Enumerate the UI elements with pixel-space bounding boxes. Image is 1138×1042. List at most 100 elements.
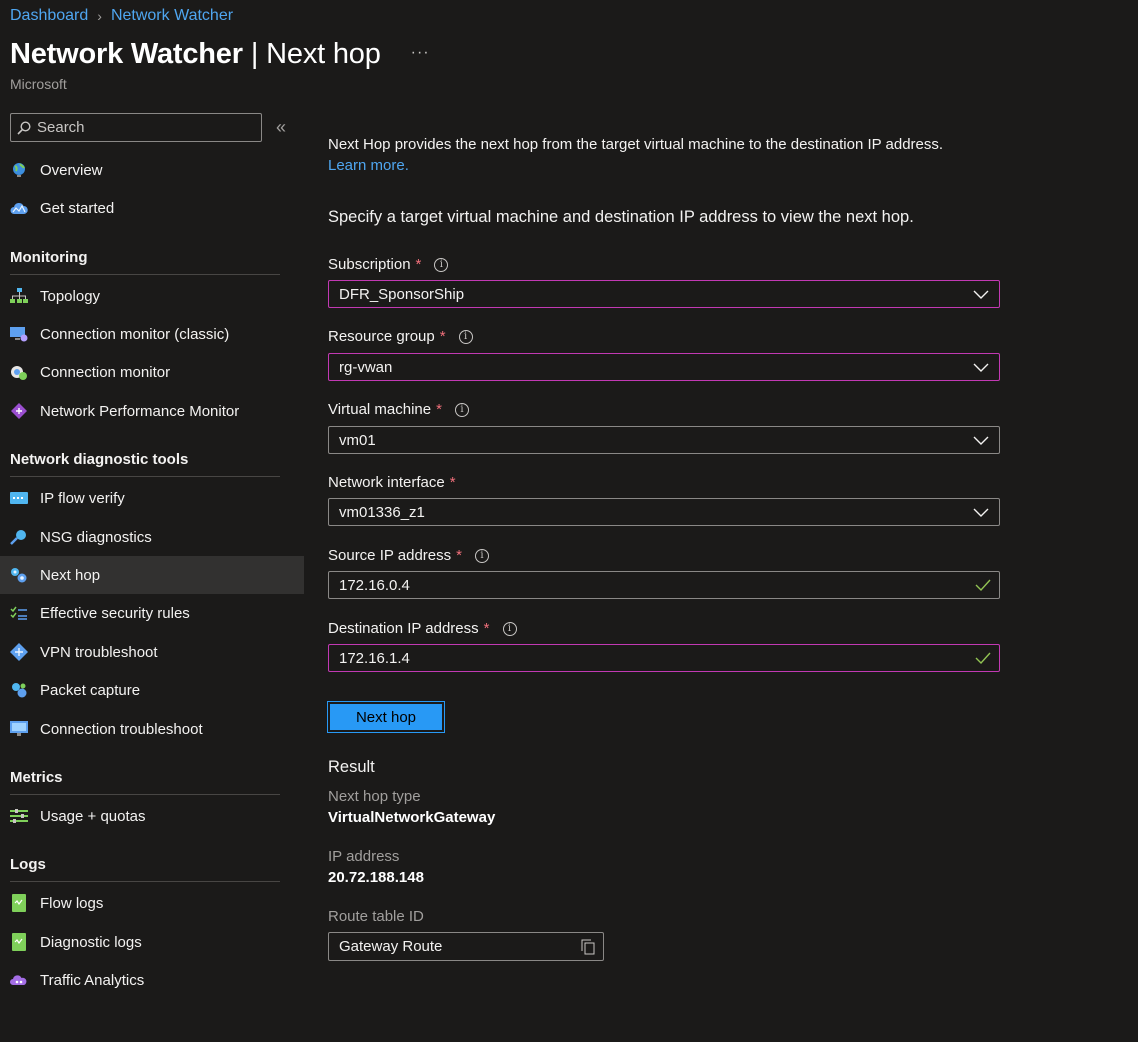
sidebar-item-traffic-analytics[interactable]: Traffic Analytics bbox=[0, 961, 304, 999]
chevron-down-icon bbox=[973, 508, 989, 517]
intro-text: Next Hop provides the next hop from the … bbox=[328, 134, 1008, 176]
sidebar-item-overview[interactable]: Overview bbox=[0, 151, 304, 189]
sidebar-item-topology[interactable]: Topology bbox=[0, 277, 304, 315]
sidebar-item-ip-flow-verify[interactable]: IP flow verify bbox=[0, 479, 304, 517]
sidebar-item-flow-logs[interactable]: Flow logs bbox=[0, 884, 304, 922]
sidebar-item-label: IP flow verify bbox=[40, 489, 125, 507]
breadcrumb-dashboard[interactable]: Dashboard bbox=[10, 7, 88, 25]
destination-ip-label-text: Destination IP address bbox=[328, 620, 479, 637]
packet-capture-icon bbox=[10, 681, 28, 699]
sidebar-item-label: Usage + quotas bbox=[40, 807, 146, 825]
virtual-machine-label: Virtual machine * i bbox=[328, 401, 469, 418]
subscription-value: DFR_SponsorShip bbox=[339, 285, 465, 303]
source-ip-value: 172.16.0.4 bbox=[339, 576, 410, 594]
sidebar-item-label: NSG diagnostics bbox=[40, 528, 152, 546]
chevron-right-icon: › bbox=[97, 8, 102, 24]
search-icon bbox=[17, 120, 31, 135]
destination-ip-label: Destination IP address * i bbox=[328, 620, 517, 637]
security-rules-icon bbox=[10, 604, 28, 622]
log-icon bbox=[10, 933, 28, 951]
next-hop-button[interactable]: Next hop bbox=[327, 701, 445, 733]
source-ip-input[interactable]: 172.16.0.4 bbox=[328, 571, 1000, 599]
checkmark-icon bbox=[975, 579, 991, 591]
info-icon[interactable]: i bbox=[458, 329, 473, 344]
info-icon[interactable]: i bbox=[474, 548, 489, 563]
sidebar-item-label: Overview bbox=[40, 161, 103, 179]
network-interface-value: vm01336_z1 bbox=[339, 503, 425, 521]
topology-icon bbox=[10, 287, 28, 305]
next-hop-type-label: Next hop type bbox=[328, 788, 421, 805]
publisher-label: Microsoft bbox=[10, 76, 67, 92]
sidebar-item-diagnostic-logs[interactable]: Diagnostic logs bbox=[0, 923, 304, 961]
sidebar-item-label: Connection monitor (classic) bbox=[40, 325, 230, 343]
breadcrumb: Dashboard › Network Watcher bbox=[10, 7, 233, 25]
title-sub: Next hop bbox=[266, 38, 381, 70]
copy-icon[interactable] bbox=[581, 939, 595, 955]
npm-icon bbox=[10, 402, 28, 420]
sidebar-item-nsg-diagnostics[interactable]: NSG diagnostics bbox=[0, 518, 304, 556]
title-main: Network Watcher bbox=[10, 38, 243, 70]
sidebar-item-label: Effective security rules bbox=[40, 604, 190, 622]
sidebar-item-label: Traffic Analytics bbox=[40, 971, 145, 989]
sidebar-item-vpn-troubleshoot[interactable]: VPN troubleshoot bbox=[0, 633, 304, 671]
info-icon[interactable]: i bbox=[502, 621, 517, 636]
section-metrics: Metrics bbox=[10, 769, 280, 795]
page-title: Network Watcher | Next hop bbox=[10, 38, 381, 71]
resource-group-dropdown[interactable]: rg-vwan bbox=[328, 353, 1000, 381]
destination-ip-value: 172.16.1.4 bbox=[339, 649, 410, 667]
virtual-machine-value: vm01 bbox=[339, 431, 376, 449]
chevron-down-icon bbox=[973, 290, 989, 299]
sidebar-item-label: VPN troubleshoot bbox=[40, 643, 158, 661]
sidebar-item-label: Connection troubleshoot bbox=[40, 720, 203, 738]
page-header: Network Watcher | Next hop ··· bbox=[10, 38, 430, 71]
ip-address-value: 20.72.188.148 bbox=[328, 869, 424, 886]
title-separator: | bbox=[250, 38, 259, 70]
sidebar-item-label: Packet capture bbox=[40, 681, 141, 699]
required-marker: * bbox=[449, 474, 456, 491]
section-network-diagnostic-tools: Network diagnostic tools bbox=[10, 451, 280, 477]
collapse-sidebar-button[interactable]: « bbox=[276, 117, 286, 138]
section-logs: Logs bbox=[10, 856, 280, 882]
subscription-label: Subscription * i bbox=[328, 256, 449, 273]
destination-ip-input[interactable]: 172.16.1.4 bbox=[328, 644, 1000, 672]
sidebar-item-label: Diagnostic logs bbox=[40, 933, 142, 951]
globe-icon bbox=[10, 161, 28, 179]
info-icon[interactable]: i bbox=[454, 402, 469, 417]
checkmark-icon bbox=[975, 652, 991, 664]
intro-description: Next Hop provides the next hop from the … bbox=[328, 136, 944, 153]
sidebar-item-get-started[interactable]: Get started bbox=[0, 189, 304, 227]
virtual-machine-label-text: Virtual machine bbox=[328, 401, 432, 418]
sidebar-item-connection-monitor-classic[interactable]: Connection monitor (classic) bbox=[0, 315, 304, 353]
route-table-id-field[interactable]: Gateway Route bbox=[328, 932, 604, 961]
sidebar-item-connection-troubleshoot[interactable]: Connection troubleshoot bbox=[0, 710, 304, 748]
virtual-machine-dropdown[interactable]: vm01 bbox=[328, 426, 1000, 454]
search-input[interactable]: Search bbox=[10, 113, 262, 142]
network-interface-label-text: Network interface bbox=[328, 474, 445, 491]
usage-icon bbox=[10, 807, 28, 825]
sidebar-item-label: Network Performance Monitor bbox=[40, 402, 240, 420]
sidebar-item-network-performance-monitor[interactable]: Network Performance Monitor bbox=[0, 392, 304, 430]
result-heading: Result bbox=[328, 758, 375, 776]
learn-more-link[interactable]: Learn more. bbox=[328, 157, 409, 174]
instruction-text: Specify a target virtual machine and des… bbox=[328, 208, 914, 226]
next-hop-type-value: VirtualNetworkGateway bbox=[328, 809, 496, 826]
subscription-label-text: Subscription bbox=[328, 256, 411, 273]
sidebar-item-label: Connection monitor bbox=[40, 363, 171, 381]
sidebar-item-connection-monitor[interactable]: Connection monitor bbox=[0, 353, 304, 391]
sidebar-item-usage-quotas[interactable]: Usage + quotas bbox=[0, 797, 304, 835]
chevron-down-icon bbox=[973, 363, 989, 372]
subscription-dropdown[interactable]: DFR_SponsorShip bbox=[328, 280, 1000, 308]
network-interface-dropdown[interactable]: vm01336_z1 bbox=[328, 498, 1000, 526]
required-marker: * bbox=[436, 401, 442, 418]
sidebar-item-effective-security-rules[interactable]: Effective security rules bbox=[0, 594, 304, 632]
resource-group-label: Resource group * i bbox=[328, 328, 473, 345]
required-marker: * bbox=[483, 620, 490, 637]
sidebar-item-label: Flow logs bbox=[40, 894, 104, 912]
cloud-icon bbox=[10, 199, 28, 217]
info-icon[interactable]: i bbox=[434, 257, 449, 272]
breadcrumb-network-watcher[interactable]: Network Watcher bbox=[111, 7, 233, 25]
ip-address-label: IP address bbox=[328, 848, 400, 865]
sidebar-item-packet-capture[interactable]: Packet capture bbox=[0, 671, 304, 709]
more-options-button[interactable]: ··· bbox=[411, 44, 430, 62]
sidebar-item-next-hop[interactable]: Next hop bbox=[0, 556, 304, 594]
